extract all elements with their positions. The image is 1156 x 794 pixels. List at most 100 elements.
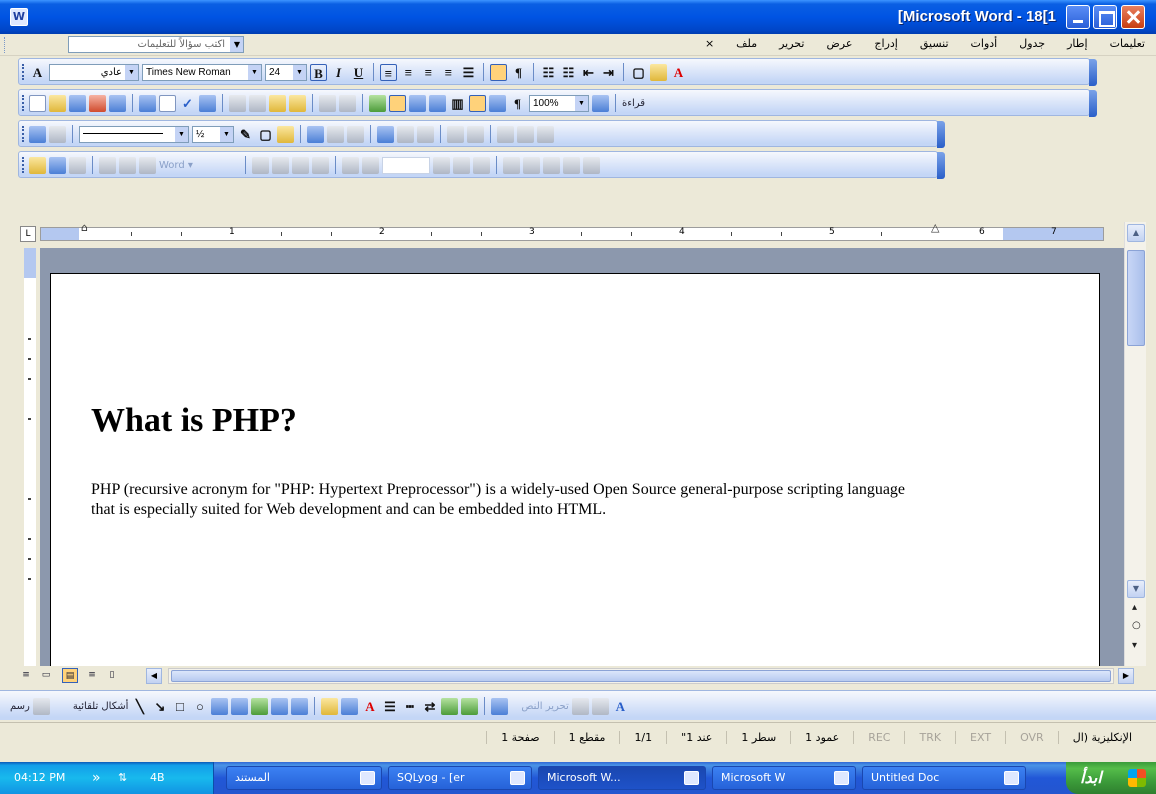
clip-art-icon[interactable] (271, 697, 289, 715)
position-icon[interactable] (571, 697, 589, 715)
tables-borders-icon[interactable] (389, 94, 406, 112)
main-document-setup-icon[interactable] (29, 156, 46, 174)
merge-cells-icon[interactable] (327, 125, 344, 143)
text-box-icon[interactable] (211, 697, 229, 715)
toolbar-options-button[interactable] (937, 152, 945, 179)
distribute-rows-icon[interactable] (397, 125, 414, 143)
format-painter-icon[interactable] (289, 94, 306, 112)
tray-clock[interactable]: 04:12 PM (14, 771, 65, 784)
merge-new-document-icon[interactable] (523, 156, 540, 174)
taskbar-microsoft-word-2[interactable]: Microsoft W (712, 766, 856, 790)
first-record-icon[interactable] (342, 156, 359, 174)
chevron-down-icon[interactable]: ▼ (175, 126, 188, 142)
scroll-down-icon[interactable]: ▼ (1127, 580, 1145, 598)
insert-excel-icon[interactable] (429, 94, 446, 112)
network-icon[interactable]: ⇅ (118, 770, 134, 786)
text-direction-icon[interactable] (491, 697, 509, 715)
scroll-left-icon[interactable]: ◀ (146, 668, 162, 684)
minimize-button[interactable] (1066, 5, 1090, 29)
read-button[interactable]: قراءة (622, 98, 645, 109)
select-objects-icon[interactable] (32, 697, 50, 715)
menubar-grip[interactable] (4, 37, 7, 53)
previous-page-icon[interactable]: ▴ (1132, 602, 1137, 613)
toolbar-grip[interactable] (22, 126, 25, 142)
distribute-columns-icon[interactable] (417, 125, 434, 143)
style-select[interactable]: عادي ▼ (49, 63, 139, 81)
change-direction-icon[interactable] (467, 125, 484, 143)
wordart-icon[interactable] (231, 697, 249, 715)
menu-window[interactable]: إطار (1056, 37, 1098, 55)
horizontal-scroll-thumb[interactable] (171, 670, 1111, 682)
next-record-icon[interactable] (433, 156, 450, 174)
increase-indent-icon[interactable]: ⇥ (600, 64, 617, 81)
arrow-style-icon[interactable]: ⇄ (421, 698, 438, 715)
toolbar-grip[interactable] (22, 157, 25, 173)
undo-icon[interactable] (319, 94, 336, 112)
close-button[interactable] (1121, 5, 1145, 29)
tab-selector[interactable]: L (20, 226, 36, 242)
insert-table-icon[interactable] (307, 125, 324, 143)
line-style-select[interactable]: ▼ (79, 125, 189, 143)
word-app-icon[interactable]: W (10, 8, 28, 26)
rectangle-icon[interactable]: □ (171, 698, 188, 715)
autoformat-icon[interactable] (447, 125, 464, 143)
chevron-down-icon[interactable]: ▼ (125, 64, 138, 80)
insert-word-field[interactable]: Word ▾ (159, 160, 239, 171)
next-page-icon[interactable]: ▾ (1132, 640, 1137, 651)
taskbar-sqlyog[interactable]: SQLyog - [er (388, 766, 532, 790)
taskbar-document[interactable]: المستند (226, 766, 382, 790)
fill-color-icon[interactable] (321, 697, 339, 715)
border-color-icon[interactable]: ✎ (237, 126, 254, 143)
find-entry-icon[interactable] (473, 156, 490, 174)
styles-pane-icon[interactable]: A (29, 64, 46, 81)
line-weight-select[interactable]: ½ ▼ (192, 125, 234, 143)
paste-icon[interactable] (269, 94, 286, 112)
merge-printer-icon[interactable] (543, 156, 560, 174)
document-map-icon[interactable] (489, 94, 506, 112)
menu-format[interactable]: تنسيق (909, 37, 960, 55)
go-to-record-input[interactable] (382, 156, 430, 174)
toolbar-options-button[interactable] (1089, 59, 1097, 86)
chevron-down-icon[interactable]: ▼ (293, 64, 306, 80)
draw-menu-button[interactable]: رسم (10, 701, 30, 712)
research-icon[interactable] (199, 94, 216, 112)
vertical-scrollbar[interactable]: ▲ ▼ ▴ ○ ▾ (1124, 222, 1146, 666)
status-language[interactable]: الإنكليزية (ال (1057, 731, 1146, 744)
document-page[interactable]: What is PHP? PHP (recursive acronym for … (50, 273, 1100, 666)
toolbar-options-button[interactable] (1089, 90, 1097, 117)
sort-ascending-icon[interactable] (497, 125, 514, 143)
split-cells-icon[interactable] (347, 125, 364, 143)
edit-text-button[interactable]: تحرير النص (521, 701, 568, 712)
cut-icon[interactable] (229, 94, 246, 112)
new-document-icon[interactable] (29, 94, 46, 112)
font-color-icon[interactable]: A (361, 698, 378, 715)
redo-icon[interactable] (339, 94, 356, 112)
document-paragraph[interactable]: PHP (recursive acronym for "PHP: Hyperte… (91, 480, 921, 520)
horizontal-ruler[interactable]: ⌂ 1 2 3 4 5 △ 6 7 (40, 222, 1104, 241)
hyperlink-icon[interactable] (369, 94, 386, 112)
outline-view-icon[interactable]: ≡ (84, 668, 100, 683)
document-heading[interactable]: What is PHP? (91, 402, 297, 440)
open-data-source-icon[interactable] (49, 156, 66, 174)
menu-insert[interactable]: إدراج (863, 37, 908, 55)
previous-record-icon[interactable] (362, 156, 379, 174)
line-spacing-icon[interactable]: ☰ (460, 64, 477, 81)
font-color-icon[interactable]: A (670, 64, 687, 81)
menu-tools[interactable]: أدوات (960, 37, 1009, 55)
toolbar-options-button[interactable] (937, 121, 945, 148)
3d-style-icon[interactable] (461, 697, 479, 715)
text-effect-icon[interactable]: A (612, 698, 629, 715)
view-merged-data-icon[interactable] (252, 156, 269, 174)
web-layout-icon[interactable]: ▭ (38, 668, 54, 683)
menu-view[interactable]: عرض (815, 37, 863, 55)
insert-merge-fields-icon[interactable] (139, 156, 156, 174)
open-folder-icon[interactable] (49, 94, 66, 112)
ltr-direction-icon[interactable] (490, 63, 507, 81)
numbering-icon[interactable]: ☷ (540, 64, 557, 81)
dash-style-icon[interactable]: ┅ (401, 698, 418, 715)
highlight-fields-icon[interactable] (272, 156, 289, 174)
bold-button[interactable]: B (310, 63, 327, 81)
copy-icon[interactable] (249, 94, 266, 112)
chevron-down-icon[interactable]: ▼ (575, 95, 588, 111)
first-line-indent-marker[interactable]: ⌂ (81, 222, 91, 241)
